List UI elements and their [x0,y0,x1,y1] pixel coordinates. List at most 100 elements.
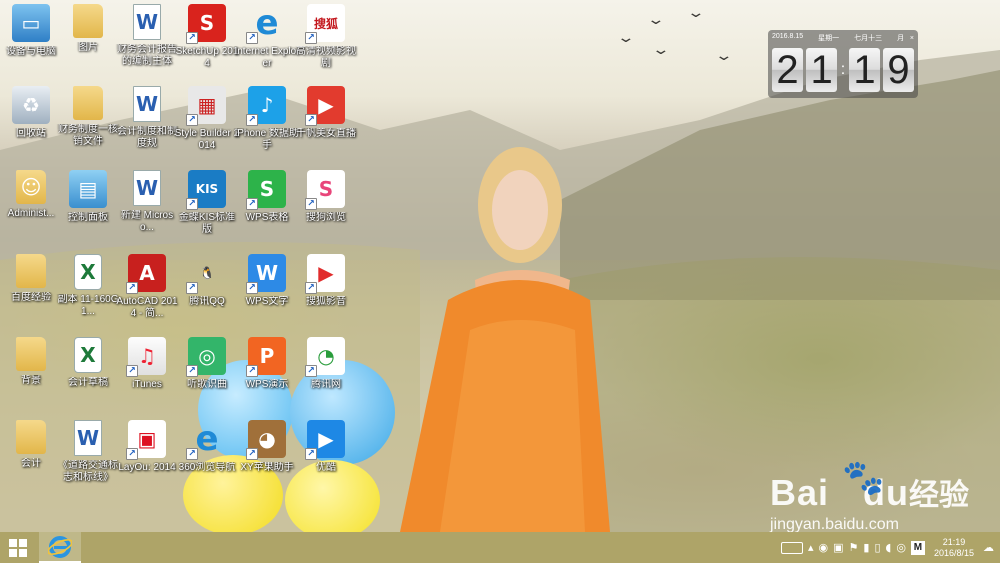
taskbar-ie-button[interactable] [39,532,81,563]
clock-lunar: 七月十三 [854,35,883,42]
desktop-icon[interactable]: W 会计制度和制度规 [114,86,180,166]
desktop-icon[interactable]: 搜狐 ↗ 高清视频影视剧 [293,4,359,84]
desktop-icon-label: 千帆美女直播 [296,128,356,139]
shortcut-arrow-icon: ↗ [186,198,198,210]
desktop-icon-label: 图片 [78,42,98,53]
start-button[interactable] [0,532,36,563]
shortcut-arrow-icon: ↗ [186,114,198,126]
clock-close-button[interactable]: × [910,35,914,42]
folder-icon [73,4,103,38]
desktop-icon[interactable]: ◕ ↗ XY苹果助手 [234,420,300,500]
shortcut-arrow-icon: ↗ [246,448,258,460]
ie-icon: e ↗ [246,3,286,44]
desktop-icon[interactable]: KIS ↗ 金蝶KIS标准版 [174,170,240,250]
clock-minute-tens: 1 [848,48,880,92]
clock-colon: : [840,61,846,78]
tray-battery-icon[interactable]: ▯ [874,541,880,554]
shortcut-arrow-icon: ↗ [126,448,138,460]
desktop-icon-label: 腾讯QQ [189,296,225,307]
desktop-icon[interactable]: W 新建 Microso... [114,170,180,250]
shortcut-arrow-icon: ↗ [305,448,317,460]
ie-blue-icon: e ↗ [186,419,226,460]
tray-network-icon[interactable]: ▮ [863,541,869,554]
desktop-icon[interactable]: S ↗ WPS表格 [234,170,300,250]
desktop-icon-label: WPS表格 [245,212,289,223]
desktop-icon-label: iTunes [132,379,162,390]
tray-chevron-icon[interactable]: ▴ [808,541,814,554]
system-tray: ▴ ◉ ▣ ⚑ ▮ ▯ ◖ ◎ M 21:19 2016/8/15 ☁ [781,532,1000,563]
desktop-icon[interactable]: W 《道路交通标志和标线》 [55,420,121,500]
sogou-icon: S ↗ [305,170,345,210]
desktop-icon[interactable]: ◎ ↗ 听歌识曲 [174,337,240,417]
desktop-icon[interactable]: S ↗ 搜狗浏览 [293,170,359,250]
folder-icon [16,420,46,454]
desktop-icon-label: WPS演示 [245,379,289,390]
desktop-icon[interactable]: W ↗ WPS文字 [234,254,300,334]
tencent-news-icon: ◔ ↗ [305,337,345,377]
baidu-paw-icon: 🐾 [842,459,885,497]
shortcut-arrow-icon: ↗ [186,365,198,377]
desktop-icon[interactable]: S ↗ SketchUp 2014 [174,4,240,84]
desktop-icon[interactable]: 图片 [55,4,121,84]
desktop-icon-label: iPhone 数据助手 [235,128,299,151]
wps-presentation-icon: P ↗ [246,337,286,377]
layout-icon: ▣ ↗ [126,420,166,460]
desktop-icon[interactable]: ▶ ↗ 千帆美女直播 [293,86,359,166]
desktop-icon[interactable]: A ↗ AutoCAD 2014 - 简... [114,254,180,334]
desktop-icon[interactable]: ▣ ↗ LayOu: 2014 [114,420,180,500]
desktop-icon[interactable]: ♫ ↗ iTunes [114,337,180,417]
bird-decoration: ⌄ [714,48,734,64]
desktop-icon-label: 搜狐影音 [306,296,346,307]
taskbar-time: 21:19 [942,536,966,547]
desktop-icon[interactable]: ▤ 控制面板 [55,170,121,250]
desktop-icon[interactable]: ♪ ↗ iPhone 数据助手 [234,86,300,166]
shortcut-arrow-icon: ↗ [246,365,258,377]
desktop-icon[interactable]: ▶ ↗ 搜狐影音 [293,254,359,334]
desktop-icon[interactable]: X 会计草稿 [55,337,121,417]
taskbar-clock[interactable]: 21:19 2016/8/15 [934,537,974,559]
ime-indicator[interactable]: M [910,540,925,555]
tray-volume-icon[interactable]: ◖ [886,541,892,554]
bird-decoration: ⌄ [616,30,636,46]
keyboard-icon[interactable] [781,541,803,554]
desktop-icon[interactable]: W 财务会计报告的编制主体 [114,4,180,84]
folder-icon [16,254,46,288]
taskbar: ▴ ◉ ▣ ⚑ ▮ ▯ ◖ ◎ M 21:19 2016/8/15 ☁ [0,532,1000,563]
clock-weekday: 星期一 [818,35,840,42]
clock-widget[interactable]: 2016.8.15 星期一 七月十三 月 × 2 1 : 1 9 [768,30,918,98]
baidu-jingyan-watermark: 🐾 Bai du经验 jingyan.baidu.com [770,459,969,533]
desktop-icon[interactable]: 财务制度一核销文件 [55,86,121,166]
recycle-bin-icon: ♻ [12,86,50,124]
tray-app-icon[interactable]: ◎ [896,541,906,554]
desktop-icon[interactable]: P ↗ WPS演示 [234,337,300,417]
desktop-icon[interactable]: ▦ ↗ Style Builder 2014 [174,86,240,166]
desktop-icon-label: Style Builder 2014 [174,128,240,151]
live-stream-icon: ▶ ↗ [305,86,345,126]
kis-icon: KIS ↗ [186,170,226,210]
shortcut-arrow-icon: ↗ [186,282,198,294]
windows-logo-icon [9,538,27,557]
desktop-icon[interactable]: ◔ ↗ 腾讯网 [293,337,359,417]
desktop-icon[interactable]: ▶ ↗ 优酷 [293,420,359,500]
clock-date: 2016.8.15 [772,33,804,40]
tray-security-icon[interactable]: ▣ [833,541,843,554]
computer-icon: ▭ [12,4,50,42]
desktop-icon[interactable]: 🐧 ↗ 腾讯QQ [174,254,240,334]
action-center-icon[interactable]: ☁ [983,541,994,554]
desktop-icon-label: 高清视频影视剧 [296,46,356,69]
shortcut-arrow-icon: ↗ [186,448,198,460]
desktop-icon[interactable]: X 副本 11-160G1... [55,254,121,334]
bird-decoration: ⌄ [646,12,666,28]
tray-qq-icon[interactable]: ◉ [819,541,829,554]
clock-month-button[interactable]: 月 [897,35,904,42]
tray-flag-icon[interactable]: ⚑ [849,541,859,554]
wps-sheet-icon: S ↗ [246,170,286,210]
desktop-icon-label: 新建 Microso... [120,210,174,233]
desktop-icon[interactable]: e ↗ 360浏览导航 [174,419,240,500]
user-folder-icon: ☺ [16,170,46,204]
xy-owl-icon: ◕ ↗ [246,420,286,460]
desktop-icon[interactable]: e ↗ Internet Explorer [234,3,300,84]
desktop-icon-label: 财务制度一核销文件 [58,124,118,147]
shortcut-arrow-icon: ↗ [186,32,198,44]
desktop-icon-label: 360浏览导航 [178,462,236,473]
